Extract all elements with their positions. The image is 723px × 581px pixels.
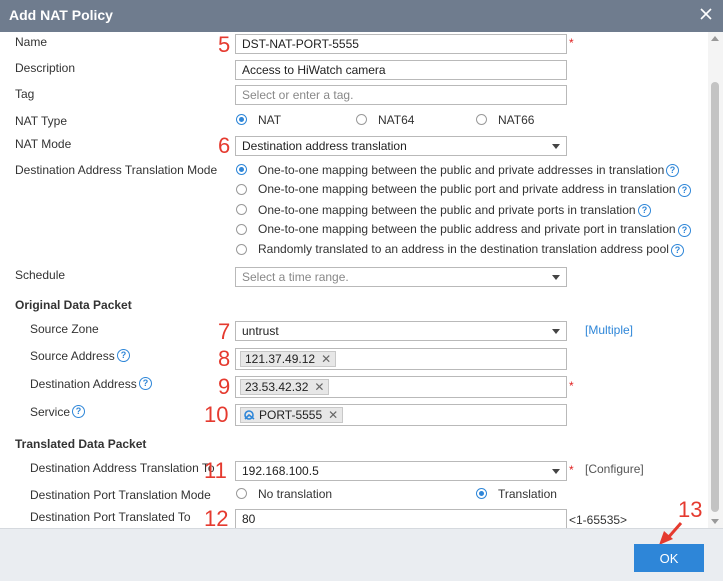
annotation-5: 5 bbox=[218, 32, 231, 57]
dat-mode-option-4: One-to-one mapping between the public ad… bbox=[258, 222, 676, 236]
chevron-down-icon bbox=[552, 144, 560, 149]
service-tag: PORT-5555 ✕ bbox=[240, 407, 344, 423]
annotation-12: 12 bbox=[204, 506, 229, 529]
dest-port-to-input[interactable]: 80 bbox=[235, 509, 567, 528]
remove-tag-icon[interactable]: ✕ bbox=[321, 352, 331, 366]
dat-mode-option-2: One-to-one mapping between the public po… bbox=[258, 182, 676, 196]
ok-button[interactable]: OK bbox=[634, 544, 704, 572]
dest-port-translation-label: Translation bbox=[498, 487, 557, 501]
remove-tag-icon[interactable]: ✕ bbox=[314, 380, 324, 394]
dialog-title: Add NAT Policy bbox=[9, 7, 113, 23]
required-mark: * bbox=[569, 379, 574, 393]
name-label: Name bbox=[15, 35, 48, 49]
port-range-hint: <1-65535> bbox=[569, 513, 628, 527]
chevron-down-icon bbox=[552, 469, 560, 474]
dat-mode-option-3: One-to-one mapping between the public an… bbox=[258, 203, 636, 217]
dest-addr-to-value: 192.168.100.5 bbox=[242, 464, 319, 478]
dialog-body: Name 5 DST-NAT-PORT-5555 * Description A… bbox=[0, 32, 708, 528]
annotation-13: 13 bbox=[678, 497, 703, 522]
nat-type-nat-radio[interactable] bbox=[236, 114, 247, 125]
source-address-tag: 121.37.49.12 ✕ bbox=[240, 351, 337, 367]
configure-link[interactable]: [Configure] bbox=[585, 462, 644, 476]
annotation-9: 9 bbox=[218, 374, 231, 399]
schedule-placeholder: Select a time range. bbox=[242, 270, 349, 284]
annotation-7: 7 bbox=[218, 319, 231, 344]
nat-mode-select[interactable]: Destination address translation bbox=[235, 136, 567, 156]
help-icon[interactable]: ? bbox=[666, 164, 679, 177]
dat-mode-label: Destination Address Translation Mode bbox=[15, 163, 218, 177]
dest-addr-to-label: Destination Address Translation To bbox=[30, 461, 215, 475]
service-input[interactable]: PORT-5555 ✕ bbox=[235, 404, 567, 426]
scrollbar-thumb[interactable] bbox=[711, 82, 719, 512]
help-icon[interactable]: ? bbox=[139, 377, 152, 390]
nat-type-nat66-label: NAT66 bbox=[498, 113, 535, 127]
dat-mode-option-1: One-to-one mapping between the public an… bbox=[258, 163, 665, 177]
annotation-8: 8 bbox=[218, 346, 231, 371]
help-icon[interactable]: ? bbox=[671, 244, 684, 257]
schedule-select[interactable]: Select a time range. bbox=[235, 267, 567, 287]
chevron-down-icon bbox=[552, 329, 560, 334]
tag-input[interactable]: Select or enter a tag. bbox=[235, 85, 567, 105]
source-address-input[interactable]: 121.37.49.12 ✕ bbox=[235, 348, 567, 370]
annotation-11: 11 bbox=[204, 458, 227, 483]
nat-mode-value: Destination address translation bbox=[242, 139, 407, 153]
name-input[interactable]: DST-NAT-PORT-5555 bbox=[235, 34, 567, 54]
dat-mode-radio-1[interactable] bbox=[236, 164, 247, 175]
dest-port-to-label: Destination Port Translated To bbox=[30, 510, 191, 524]
original-packet-title: Original Data Packet bbox=[15, 298, 132, 312]
dialog-titlebar: Add NAT Policy bbox=[0, 0, 723, 32]
destination-address-label: Destination Address bbox=[30, 377, 137, 391]
dat-mode-option-5: Randomly translated to an address in the… bbox=[258, 242, 669, 256]
nat-type-label: NAT Type bbox=[15, 114, 68, 128]
schedule-label: Schedule bbox=[15, 268, 66, 282]
destination-address-tag: 23.53.42.32 ✕ bbox=[240, 379, 330, 395]
help-icon[interactable]: ? bbox=[72, 405, 85, 418]
dat-mode-radio-4[interactable] bbox=[236, 224, 247, 235]
help-icon[interactable]: ? bbox=[638, 204, 651, 217]
nat-type-nat-label: NAT bbox=[258, 113, 282, 127]
annotation-10: 10 bbox=[204, 402, 229, 427]
required-mark: * bbox=[569, 36, 574, 50]
nat-mode-label: NAT Mode bbox=[15, 137, 72, 151]
service-icon bbox=[244, 410, 255, 420]
nat-type-nat66-radio[interactable] bbox=[476, 114, 487, 125]
help-icon[interactable]: ? bbox=[678, 224, 691, 237]
chevron-down-icon bbox=[552, 275, 560, 280]
destination-address-input[interactable]: 23.53.42.32 ✕ bbox=[235, 376, 567, 398]
close-icon[interactable] bbox=[699, 7, 713, 21]
vertical-scrollbar[interactable] bbox=[708, 32, 723, 528]
source-zone-label: Source Zone bbox=[30, 322, 99, 336]
help-icon[interactable]: ? bbox=[117, 349, 130, 362]
description-label: Description bbox=[15, 61, 76, 75]
scroll-up-icon[interactable] bbox=[711, 36, 719, 41]
remove-tag-icon[interactable]: ✕ bbox=[328, 408, 338, 422]
dat-mode-radio-3[interactable] bbox=[236, 204, 247, 215]
nat-type-nat64-label: NAT64 bbox=[378, 113, 415, 127]
source-zone-value: untrust bbox=[242, 324, 279, 338]
tag-label: Tag bbox=[15, 87, 35, 101]
annotation-6: 6 bbox=[218, 133, 231, 158]
dest-port-no-translation-radio[interactable] bbox=[236, 488, 247, 499]
dat-mode-radio-2[interactable] bbox=[236, 184, 247, 195]
nat-type-nat64-radio[interactable] bbox=[356, 114, 367, 125]
dest-port-no-translation-label: No translation bbox=[258, 487, 333, 501]
source-address-label: Source Address bbox=[30, 349, 115, 363]
required-mark: * bbox=[569, 463, 574, 477]
multiple-link[interactable]: [Multiple] bbox=[585, 323, 633, 337]
dialog-footer: 13 OK bbox=[0, 499, 723, 581]
description-input[interactable]: Access to HiWatch camera bbox=[235, 60, 567, 80]
help-icon[interactable]: ? bbox=[678, 184, 691, 197]
dest-addr-to-select[interactable]: 192.168.100.5 bbox=[235, 461, 567, 481]
dest-port-mode-label: Destination Port Translation Mode bbox=[30, 488, 211, 502]
scroll-down-icon[interactable] bbox=[711, 519, 719, 524]
source-zone-select[interactable]: untrust bbox=[235, 321, 567, 341]
dat-mode-radio-5[interactable] bbox=[236, 244, 247, 255]
translated-packet-title: Translated Data Packet bbox=[15, 437, 147, 451]
service-label: Service bbox=[30, 405, 71, 419]
dest-port-translation-radio[interactable] bbox=[476, 488, 487, 499]
